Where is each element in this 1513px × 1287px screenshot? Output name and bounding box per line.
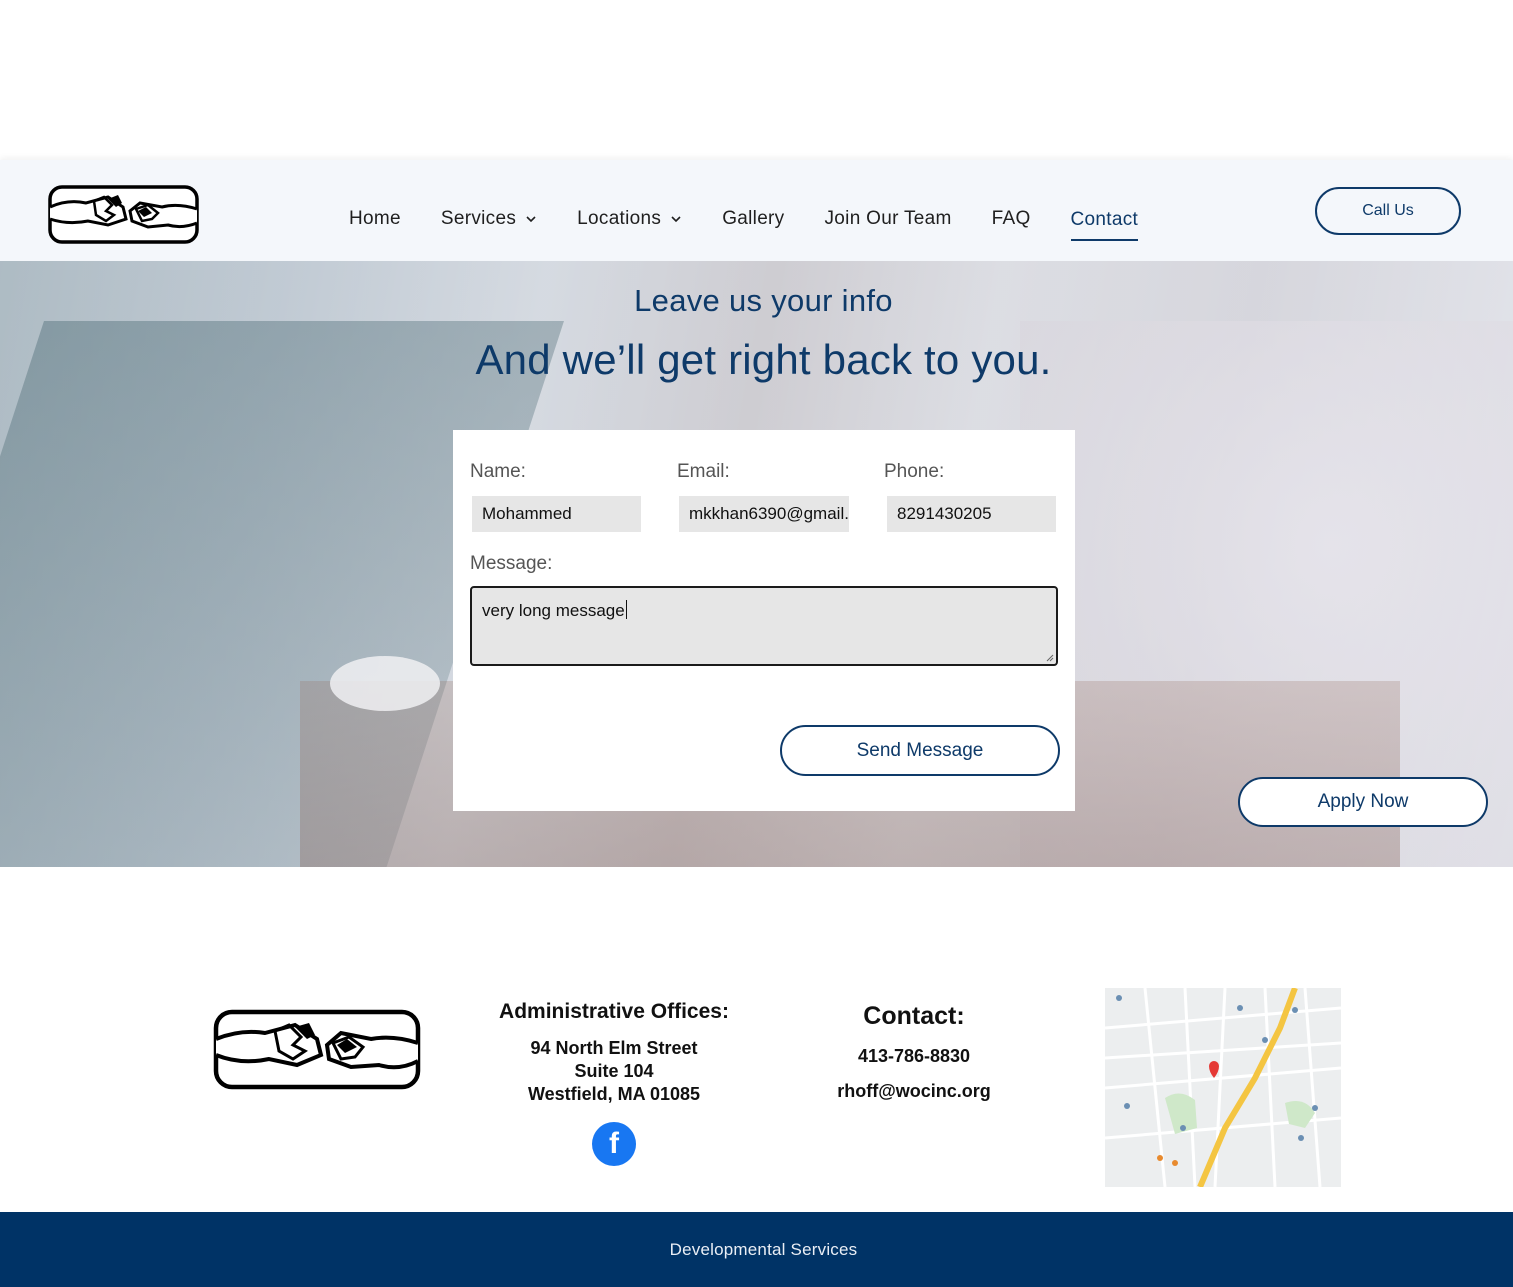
contact-heading: Contact:: [863, 1002, 965, 1030]
footer-bar-text: Developmental Services: [669, 1239, 858, 1259]
nav-home[interactable]: Home: [349, 205, 401, 233]
nav-services[interactable]: Services: [441, 205, 537, 233]
location-map[interactable]: [1105, 988, 1341, 1187]
nav-faq[interactable]: FAQ: [992, 205, 1031, 233]
message-label: Message:: [470, 553, 553, 574]
nav-gallery[interactable]: Gallery: [722, 205, 784, 233]
contact-block: Contact: 413-786-8830 rhoff@wocinc.org: [814, 1002, 1014, 1116]
contact-phone[interactable]: 413-786-8830: [814, 1046, 1014, 1067]
nav-locations[interactable]: Locations: [577, 205, 682, 233]
address-line-3: Westfield, MA 01085: [527, 1084, 701, 1104]
hero-title: And we’ll get right back to you.: [475, 336, 1052, 383]
chevron-down-icon: [526, 216, 536, 223]
name-label: Name:: [470, 461, 526, 482]
nav-gallery-label: Gallery: [722, 208, 785, 229]
call-us-button[interactable]: Call Us: [1315, 187, 1461, 235]
contact-email[interactable]: rhoff@wocinc.org: [814, 1081, 1014, 1102]
address-line-2: Suite 104: [574, 1061, 654, 1081]
nav-join-our-team[interactable]: Join Our Team: [825, 205, 952, 233]
footer-logo-hands-icon: [213, 1009, 421, 1090]
nav-join-label: Join Our Team: [824, 208, 952, 229]
phone-label: Phone:: [884, 461, 945, 482]
apply-now-button[interactable]: Apply Now: [1238, 777, 1488, 827]
nav-locations-label: Locations: [577, 208, 662, 229]
message-textarea[interactable]: very long message: [470, 586, 1058, 666]
name-field[interactable]: Mohammed: [472, 496, 641, 532]
nav-services-label: Services: [440, 208, 517, 229]
chevron-down-icon: [671, 216, 681, 223]
address-line-1: 94 North Elm Street: [530, 1038, 698, 1058]
text-caret: [625, 600, 627, 619]
hero-subtitle: Leave us your info: [634, 283, 893, 318]
main-nav: Home Services Locations Gallery Join Our…: [349, 197, 1178, 241]
admin-heading: Administrative Offices:: [499, 1000, 729, 1023]
logo-hands-icon[interactable]: [48, 185, 199, 244]
nav-contact[interactable]: Contact: [1070, 205, 1139, 241]
email-label: Email:: [677, 461, 730, 482]
nav-contact-label: Contact: [1070, 209, 1139, 230]
nav-home-label: Home: [349, 208, 401, 229]
email-field[interactable]: mkkhan6390@gmail.com: [679, 496, 849, 532]
admin-offices-block: Administrative Offices: 94 North Elm Str…: [480, 1000, 748, 1106]
phone-field[interactable]: 8291430205: [887, 496, 1056, 532]
nav-faq-label: FAQ: [991, 208, 1031, 229]
facebook-icon[interactable]: f: [592, 1122, 636, 1166]
resize-handle-icon[interactable]: [1046, 654, 1054, 662]
send-message-button[interactable]: Send Message: [780, 725, 1060, 776]
footer-bar: Developmental Services: [0, 1212, 1513, 1287]
message-text: very long message: [482, 601, 625, 620]
